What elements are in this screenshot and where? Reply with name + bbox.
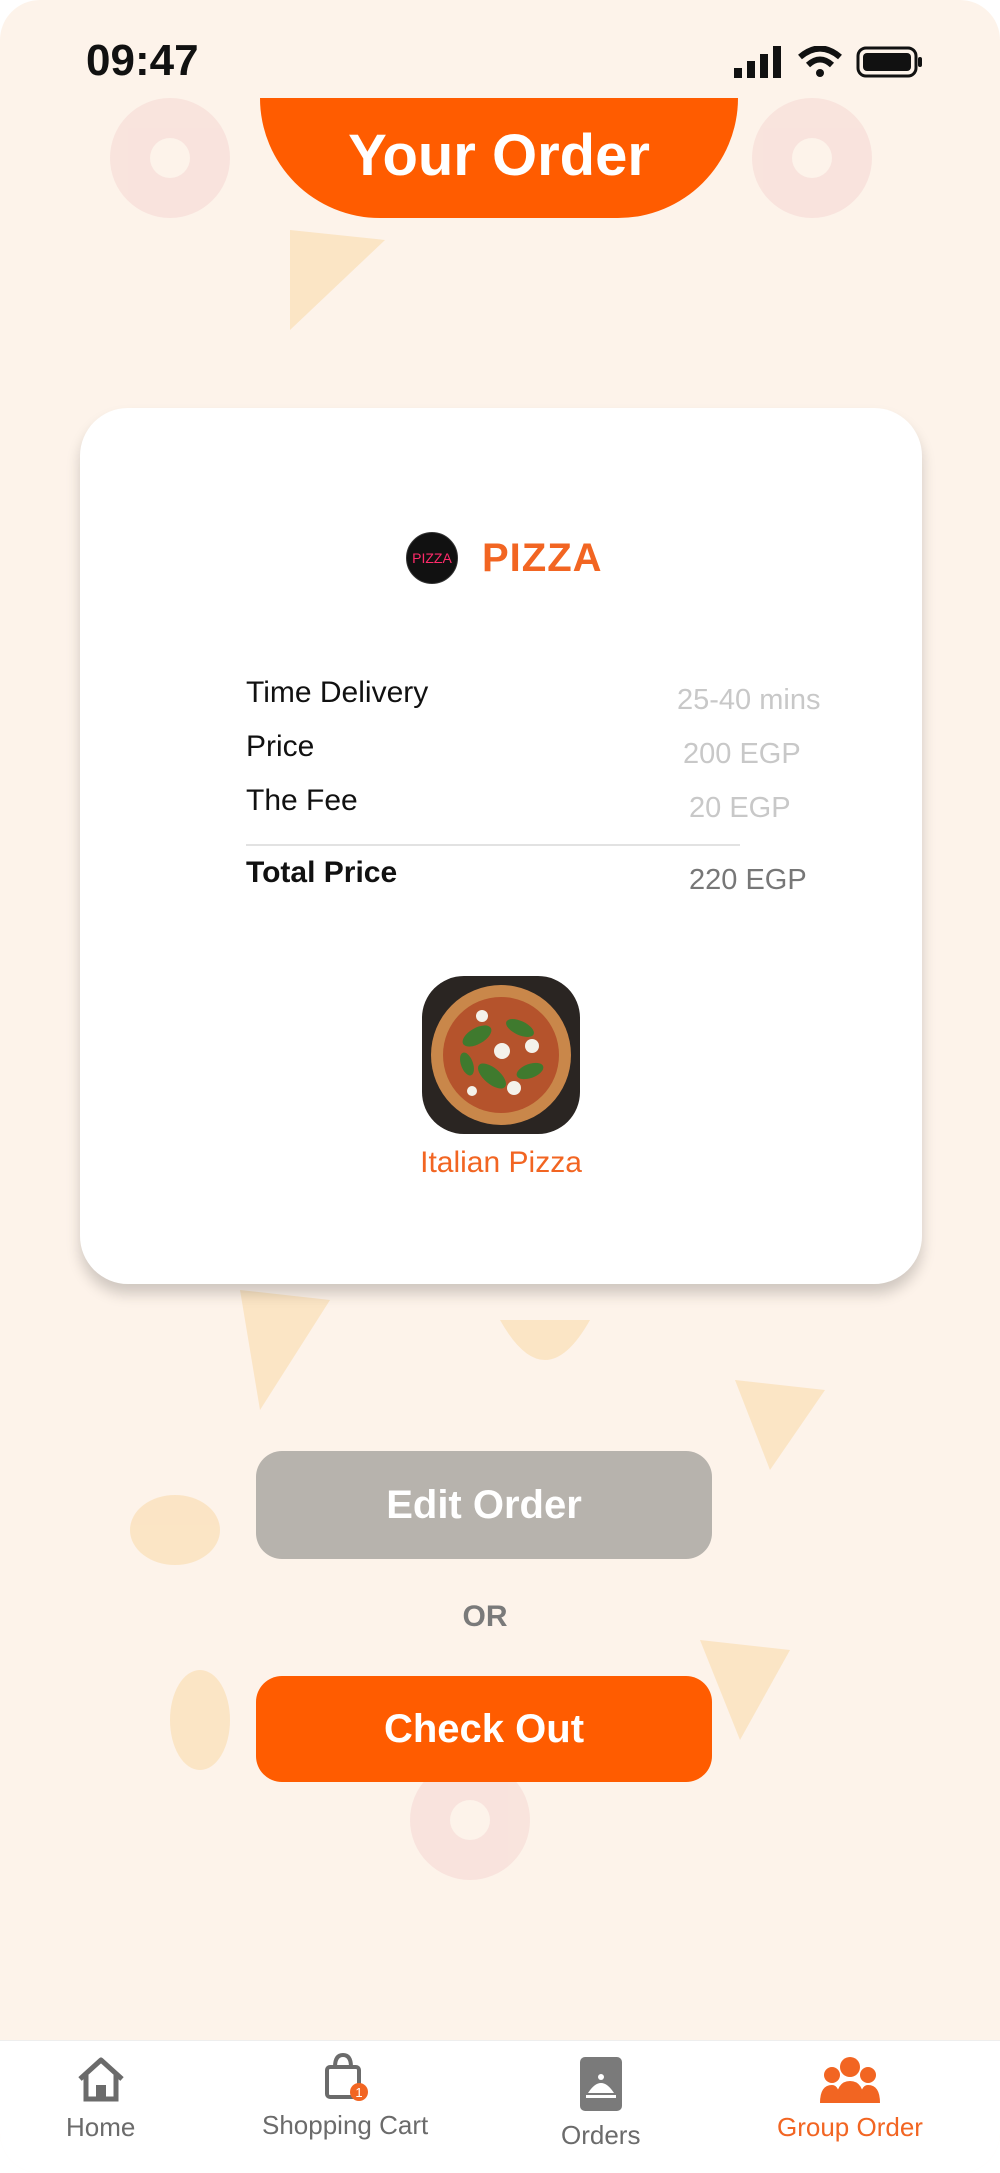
nav-label: Orders bbox=[561, 2120, 641, 2150]
nav-item-orders[interactable]: Orders bbox=[561, 2055, 640, 2151]
nav-item-home[interactable]: Home bbox=[66, 2055, 135, 2143]
total-value: 220 EGP bbox=[689, 864, 807, 896]
page-title: Your Order bbox=[348, 122, 650, 188]
shopping-bag-icon: 1 bbox=[325, 2052, 369, 2101]
nav-label: Shopping Cart bbox=[262, 2110, 429, 2140]
store-logo: PIZZA bbox=[406, 532, 458, 584]
detail-row-fee: The Fee 20 EGP bbox=[246, 784, 822, 838]
detail-row-time: Time Delivery 25-40 mins bbox=[246, 676, 822, 730]
detail-value: 25-40 mins bbox=[677, 684, 821, 716]
group-icon bbox=[819, 2057, 880, 2103]
order-details: Time Delivery 25-40 mins Price 200 EGP T… bbox=[246, 676, 822, 910]
nav-label: Group Order bbox=[777, 2112, 923, 2142]
donut-icon bbox=[110, 98, 230, 218]
detail-row-total: Total Price 220 EGP bbox=[246, 856, 822, 910]
pizza-slice-icon bbox=[735, 1380, 825, 1470]
battery-icon bbox=[856, 46, 922, 78]
pizza-image bbox=[431, 985, 571, 1125]
status-time: 09:47 bbox=[86, 36, 199, 85]
or-separator: OR bbox=[462, 1600, 508, 1633]
chicken-icon bbox=[130, 1495, 220, 1565]
header-tab: Your Order bbox=[260, 98, 738, 218]
detail-label: Price bbox=[246, 730, 315, 763]
pizza-slice-icon bbox=[290, 230, 385, 330]
divider bbox=[246, 844, 740, 846]
cart-badge: 1 bbox=[355, 2085, 362, 2100]
order-summary-card: PIZZA PIZZA Time Delivery 25-40 mins Pri… bbox=[80, 408, 922, 1284]
chicken-icon bbox=[170, 1670, 230, 1770]
nav-label: Home bbox=[66, 2112, 136, 2142]
detail-value: 20 EGP bbox=[689, 792, 791, 824]
status-icons bbox=[734, 46, 924, 78]
detail-value: 200 EGP bbox=[683, 738, 801, 770]
pizza-slice-icon bbox=[700, 1640, 790, 1740]
donut-icon bbox=[752, 98, 872, 218]
order-screen: 09:47 Your Order PIZZA PIZZA Time Delive… bbox=[0, 0, 1000, 2173]
pizza-slice-icon bbox=[240, 1290, 330, 1410]
nav-item-group-order[interactable]: Group Order bbox=[777, 2055, 923, 2143]
checkout-button[interactable]: Check Out bbox=[256, 1676, 712, 1782]
total-label: Total Price bbox=[246, 856, 398, 889]
edit-order-button[interactable]: Edit Order bbox=[256, 1451, 712, 1559]
item-name[interactable]: Italian Pizza bbox=[80, 1146, 922, 1180]
detail-label: The Fee bbox=[246, 784, 358, 817]
home-icon bbox=[77, 2057, 124, 2102]
store-info: PIZZA PIZZA bbox=[406, 532, 603, 584]
item-image[interactable] bbox=[422, 976, 580, 1134]
signal-icon bbox=[734, 46, 781, 78]
nav-item-shopping-cart[interactable]: 1 Shopping Cart bbox=[262, 2051, 428, 2141]
detail-row-price: Price 200 EGP bbox=[246, 730, 822, 784]
bottom-navigation: Home 1 Shopping Cart Orders Group Order bbox=[0, 2040, 1000, 2173]
orders-icon bbox=[579, 2057, 622, 2111]
wifi-icon bbox=[798, 46, 842, 77]
store-name: PIZZA bbox=[482, 535, 603, 580]
detail-label: Time Delivery bbox=[246, 676, 429, 709]
bowl-icon bbox=[500, 1320, 590, 1360]
